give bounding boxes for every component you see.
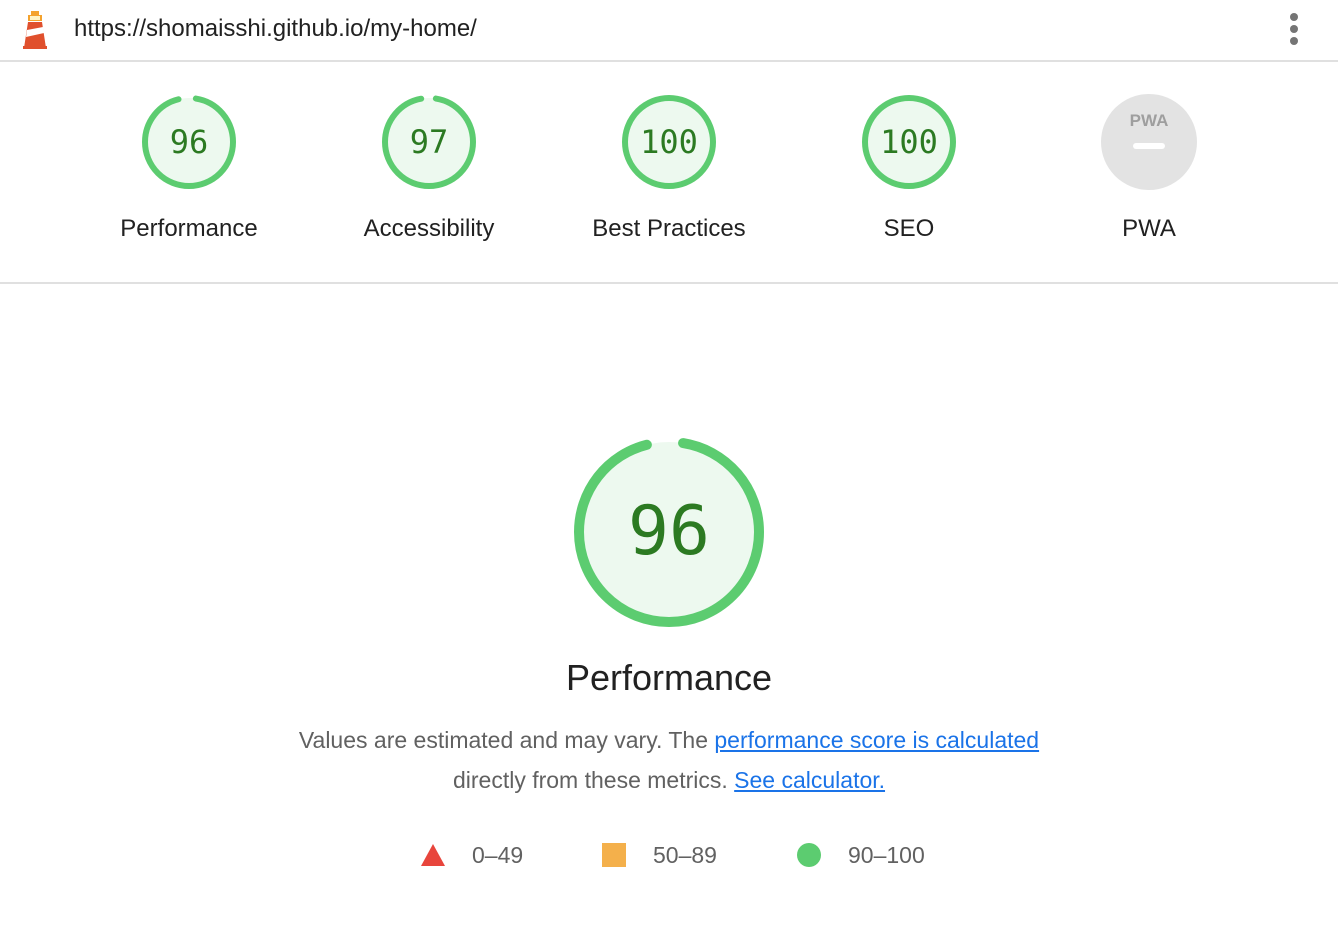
see-calculator-link[interactable]: See calculator.: [734, 767, 885, 793]
gauge-score: 100: [640, 123, 698, 161]
score-ring: 96: [142, 95, 236, 189]
gauge-score: 97: [410, 123, 449, 161]
legend-range: 0–49: [472, 841, 524, 868]
gauge-label: PWA: [1122, 215, 1176, 242]
legend-range: 50–89: [653, 841, 717, 868]
legend-item-average: 50–89: [601, 838, 717, 872]
gauge-seo[interactable]: 100 SEO: [809, 92, 1009, 262]
gauge-label: Best Practices: [592, 215, 746, 242]
url-bar: https://shomaisshi.github.io/my-home/: [0, 0, 1338, 62]
pwa-badge-text: PWA: [1130, 111, 1169, 130]
pwa-badge: PWA: [1101, 94, 1197, 190]
more-vert-icon[interactable]: [1278, 8, 1310, 52]
legend-item-fail: 0–49: [420, 838, 523, 872]
score-ring: 100: [622, 95, 716, 189]
circle-icon: [797, 843, 821, 867]
legend-item-pass: 90–100: [796, 838, 925, 872]
score-scale-legend: 0–49 50–89 90–100: [0, 838, 1338, 872]
page-url[interactable]: https://shomaisshi.github.io/my-home/: [74, 14, 477, 44]
score-calculated-link[interactable]: performance score is calculated: [714, 727, 1039, 753]
gauge-performance[interactable]: 96 Performance: [89, 92, 289, 262]
gauge-score: 100: [880, 123, 938, 161]
legend-range: 90–100: [848, 841, 925, 868]
gauge-accessibility[interactable]: 97 Accessibility: [329, 92, 529, 262]
score-ring: 97: [382, 95, 476, 189]
triangle-icon: [421, 844, 445, 866]
main-score: 96: [628, 492, 710, 571]
category-gauges: 96 Performance 97 Accessibility 100 Best…: [0, 62, 1338, 284]
category-description: Values are estimated and may vary. The p…: [269, 720, 1069, 800]
gauge-label: SEO: [883, 215, 935, 242]
gauge-label: Accessibility: [363, 215, 495, 242]
category-title: Performance: [565, 657, 773, 698]
gauge-label: Performance: [120, 215, 258, 242]
description-text: Values are estimated and may vary. The: [298, 727, 715, 753]
gauge-best-practices[interactable]: 100 Best Practices: [569, 92, 769, 262]
lighthouse-icon: [23, 11, 47, 49]
main-score-gauge: 96: [574, 437, 764, 627]
gauge-pwa[interactable]: PWA PWA: [1049, 92, 1249, 262]
na-dash-icon: [1133, 143, 1165, 149]
gauge-score: 96: [170, 123, 209, 161]
score-ring: 100: [862, 95, 956, 189]
square-icon: [602, 843, 626, 867]
description-mid: directly from these metrics.: [452, 767, 735, 793]
